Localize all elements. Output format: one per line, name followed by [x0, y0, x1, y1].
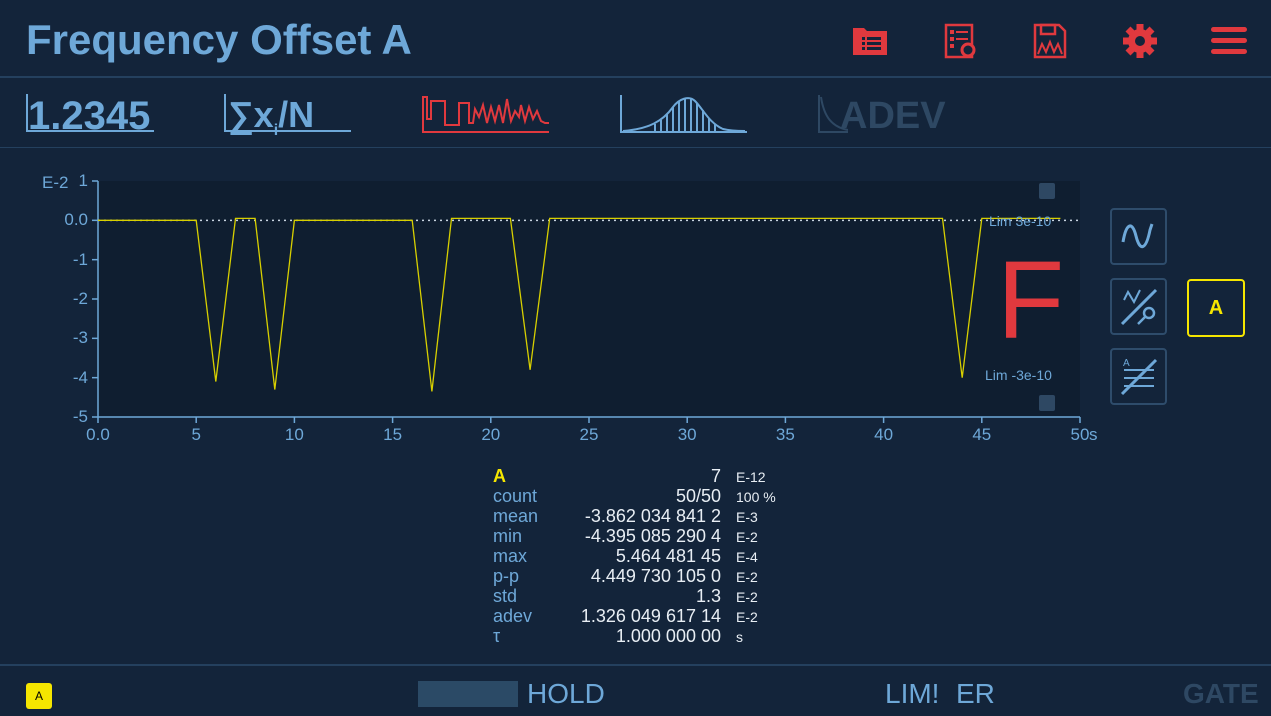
stats-label: min [493, 526, 523, 546]
upper-limit-handle[interactable] [1039, 183, 1055, 199]
zoom-slope-icon [1120, 288, 1158, 326]
stats-label: max [493, 546, 528, 566]
upper-limit-label: Lim 3e-10 [989, 213, 1052, 229]
status-bar [0, 664, 1271, 716]
stats-value: 5.464 481 45 [615, 546, 721, 566]
x-axis-unit: s [1089, 425, 1098, 444]
limit-status: LIM! [885, 678, 940, 709]
error-status: ER [956, 678, 995, 709]
stats-row: min -4.395 085 290 4 E-2 [493, 526, 793, 546]
data-series-line [98, 217, 1061, 392]
stats-exponent: s [736, 629, 743, 645]
hold-label[interactable]: HOLD [527, 678, 605, 710]
channel-badge[interactable]: A [26, 683, 52, 709]
lower-limit-label: Lim -3e-10 [985, 367, 1052, 383]
stats-value: 4.449 730 105 0 [590, 566, 721, 586]
svg-text:A: A [1123, 358, 1130, 369]
stats-row: std 1.3 E-2 [493, 586, 793, 606]
statistics-table: A 7 E-12 count 50/50 100 % mean -3.862 034 8… [493, 466, 793, 646]
stats-label: std [493, 586, 518, 606]
sine-wave-button[interactable] [1110, 208, 1167, 265]
gate-status: GATE [1183, 678, 1259, 709]
zoom-fit-button[interactable] [1110, 278, 1167, 335]
stats-label: τ [493, 626, 501, 646]
channel-a-button[interactable]: A [1187, 279, 1245, 337]
stats-exponent: E-2 [736, 589, 758, 605]
stats-value: 50/50 [675, 486, 721, 506]
stats-label: mean [493, 506, 539, 526]
fail-indicator: F [997, 239, 1065, 362]
stats-label: count [493, 486, 538, 506]
stats-exponent: E-2 [736, 529, 758, 545]
stats-value: -4.395 085 290 4 [584, 526, 721, 546]
stats-row: max 5.464 481 45 E-4 [493, 546, 793, 566]
stats-exponent: E-12 [736, 469, 766, 485]
stats-header-row: A 7 E-12 [493, 466, 793, 486]
lower-limit-handle[interactable] [1039, 395, 1055, 411]
stats-row: p-p 4.449 730 105 0 E-2 [493, 566, 793, 586]
stats-exponent: E-2 [736, 569, 758, 585]
stats-exponent: 100 % [736, 489, 776, 505]
stats-rows: count 50/50 100 % mean -3.862 034 841 2 E-3 mi… [493, 486, 793, 646]
stats-row: count 50/50 100 % [493, 486, 793, 506]
stats-exponent: E-4 [736, 549, 758, 565]
stats-row: τ 1.000 000 00 s [493, 626, 793, 646]
hold-indicator [418, 681, 518, 707]
stats-value: 7 [710, 466, 721, 486]
stats-label: p-p [493, 566, 520, 586]
stats-value: 1.000 000 00 [615, 626, 721, 646]
stats-label: adev [493, 606, 533, 626]
stats-value: 1.326 049 617 14 [580, 606, 721, 626]
stats-row: adev 1.326 049 617 14 E-2 [493, 606, 793, 626]
sine-wave-icon [1121, 223, 1154, 248]
scale-lines-icon: A [1120, 358, 1158, 396]
stats-value: -3.862 034 841 2 [584, 506, 721, 526]
stats-channel-label: A [493, 466, 506, 486]
scale-settings-button[interactable]: A [1110, 348, 1167, 405]
stats-exponent: E-2 [736, 609, 758, 625]
stats-value: 1.3 [695, 586, 721, 606]
stats-exponent: E-3 [736, 509, 758, 525]
stats-row: mean -3.862 034 841 2 E-3 [493, 506, 793, 526]
